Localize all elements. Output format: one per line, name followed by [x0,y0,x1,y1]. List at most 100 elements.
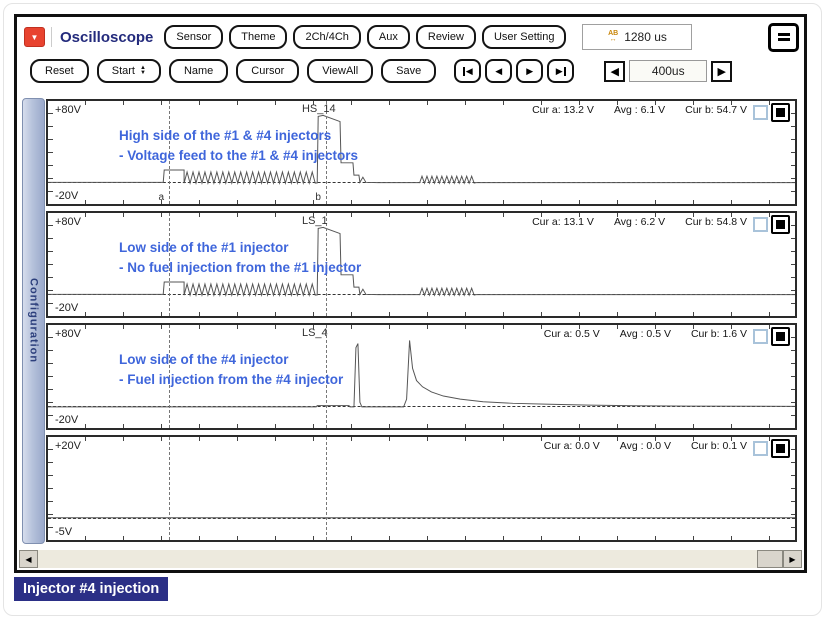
cursor-a-value: Cur a: 13.2 V [532,104,594,116]
annotation: High side of the #1 & #4 injectors - Vol… [119,126,358,167]
measurement-readout: Cur a: 13.1 V Avg : 6.2 V Cur b: 54.8 V [532,216,747,228]
scroll-right-button[interactable]: ▶ [783,550,802,568]
scrollbar-thumb[interactable] [757,550,783,568]
top-toolbar: ▼ Oscilloscope Sensor Theme 2Ch/4Ch Aux … [24,22,799,52]
caption-label: Injector #4 injection [14,577,168,601]
channel-panel-1: +80V -20V HS_14 Cur a: 13.2 V Avg : 6.1 … [46,99,797,206]
avg-value: Avg : 0.0 V [620,440,671,452]
channel-checkbox[interactable] [753,441,768,456]
bar-icon [463,67,465,76]
annotation-line2: - No fuel injection from the #1 injector [119,258,361,278]
skip-to-end-button[interactable]: ▶ [547,59,574,83]
channel-panel-3: +80V -20V LS_4 Cur a: 0.5 V Avg : 0.5 V … [46,323,797,430]
channel-checkbox[interactable] [753,105,768,120]
channel-checkbox[interactable] [753,217,768,232]
menu-bar [778,38,790,41]
timebase-decrease-button[interactable]: ◀ [604,61,625,82]
playback-controls: ◀ ◀ ▶ ▶ [454,59,574,83]
step-forward-icon: ▶ [526,66,533,77]
annotation-line2: - Voltage feed to the #1 & #4 injectors [119,146,358,166]
channel-checkbox[interactable] [753,329,768,344]
vmin-label: -20V [55,414,78,426]
app-dropdown-icon[interactable]: ▼ [24,27,45,47]
skip-to-start-button[interactable]: ◀ [454,59,481,83]
timebase-value[interactable]: 400us [629,60,707,82]
channel-options-button[interactable] [771,215,790,234]
annotation-line2: - Fuel injection from the #4 injector [119,370,343,390]
avg-value: Avg : 6.2 V [614,216,665,228]
step-forward-button[interactable]: ▶ [516,59,543,83]
viewall-button[interactable]: ViewAll [307,59,373,83]
vmax-label: +20V [55,440,81,452]
annotation: Low side of the #1 injector - No fuel in… [119,238,361,279]
step-back-icon: ◀ [495,66,502,77]
sample-time-value: 1280 us [624,30,667,44]
step-back-button[interactable]: ◀ [485,59,512,83]
configuration-tab-label: Configuration [28,278,40,363]
waveform-trace [48,437,795,540]
cursor-b-line[interactable] [326,437,327,540]
vmax-label: +80V [55,104,81,116]
channel-name: LS_1 [302,215,328,227]
vmax-label: +80V [55,216,81,228]
channel-options-button[interactable] [771,439,790,458]
square-icon [776,220,785,229]
cursor-a-line[interactable] [169,437,170,540]
scrollbar-track[interactable] [38,550,783,568]
ab-cursor-icon: AB↔ [608,31,618,43]
vmin-label: -20V [55,302,78,314]
horizontal-scrollbar: ◀ ▶ [19,550,802,568]
cursor-b-value: Cur b: 0.1 V [691,440,747,452]
save-button[interactable]: Save [381,59,436,83]
cursor-b-value: Cur b: 54.8 V [685,216,747,228]
vmax-label: +80V [55,328,81,340]
review-button[interactable]: Review [416,25,476,49]
avg-value: Avg : 6.1 V [614,104,665,116]
bar-icon [564,67,566,76]
cursor-b-value: Cur b: 1.6 V [691,328,747,340]
cursor-button[interactable]: Cursor [236,59,299,83]
square-icon [776,332,785,341]
dropdown-arrow-icon: ▼ [31,33,39,42]
menu-icon[interactable] [768,23,799,52]
aux-button[interactable]: Aux [367,25,410,49]
measurement-readout: Cur a: 13.2 V Avg : 6.1 V Cur b: 54.7 V [532,104,747,116]
vmin-label: -5V [55,526,72,538]
sample-time-display[interactable]: AB↔ 1280 us [582,24,692,50]
square-icon [776,108,785,117]
skip-start-icon: ◀ [466,66,473,77]
channel-name: HS_14 [302,103,336,115]
configuration-tab[interactable]: Configuration [22,98,45,544]
sensor-button[interactable]: Sensor [164,25,223,49]
channel-area: +80V -20V HS_14 Cur a: 13.2 V Avg : 6.1 … [46,99,797,542]
reset-button[interactable]: Reset [30,59,89,83]
theme-button[interactable]: Theme [229,25,287,49]
measurement-readout: Cur a: 0.5 V Avg : 0.5 V Cur b: 1.6 V [544,328,747,340]
skip-end-icon: ▶ [556,66,563,77]
scroll-left-button[interactable]: ◀ [19,550,38,568]
channel-mode-button[interactable]: 2Ch/4Ch [293,25,360,49]
vmin-label: -20V [55,190,78,202]
cursor-a-tag: a [159,192,165,203]
channel-options-button[interactable] [771,103,790,122]
timebase-stepper: ◀ 400us ▶ [604,60,732,82]
annotation-line1: Low side of the #1 injector [119,238,361,258]
start-spinner-icon[interactable]: ▲▼ [140,66,146,76]
timebase-increase-button[interactable]: ▶ [711,61,732,82]
toolbar-divider [51,27,52,47]
annotation: Low side of the #4 injector - Fuel injec… [119,350,343,391]
oscilloscope-window: ▼ Oscilloscope Sensor Theme 2Ch/4Ch Aux … [14,14,807,573]
cursor-b-value: Cur b: 54.7 V [685,104,747,116]
user-setting-button[interactable]: User Setting [482,25,567,49]
channel-options-button[interactable] [771,327,790,346]
app-title: Oscilloscope [60,29,153,46]
square-icon [776,444,785,453]
cursor-b-tag: b [315,192,321,203]
annotation-line1: High side of the #1 & #4 injectors [119,126,358,146]
channel-name: LS_4 [302,327,328,339]
name-button[interactable]: Name [169,59,228,83]
channel-panel-2: +80V -20V LS_1 Cur a: 13.1 V Avg : 6.2 V… [46,211,797,318]
menu-bar [778,33,790,36]
measurement-readout: Cur a: 0.0 V Avg : 0.0 V Cur b: 0.1 V [544,440,747,452]
start-button[interactable]: Start ▲▼ [97,59,161,83]
